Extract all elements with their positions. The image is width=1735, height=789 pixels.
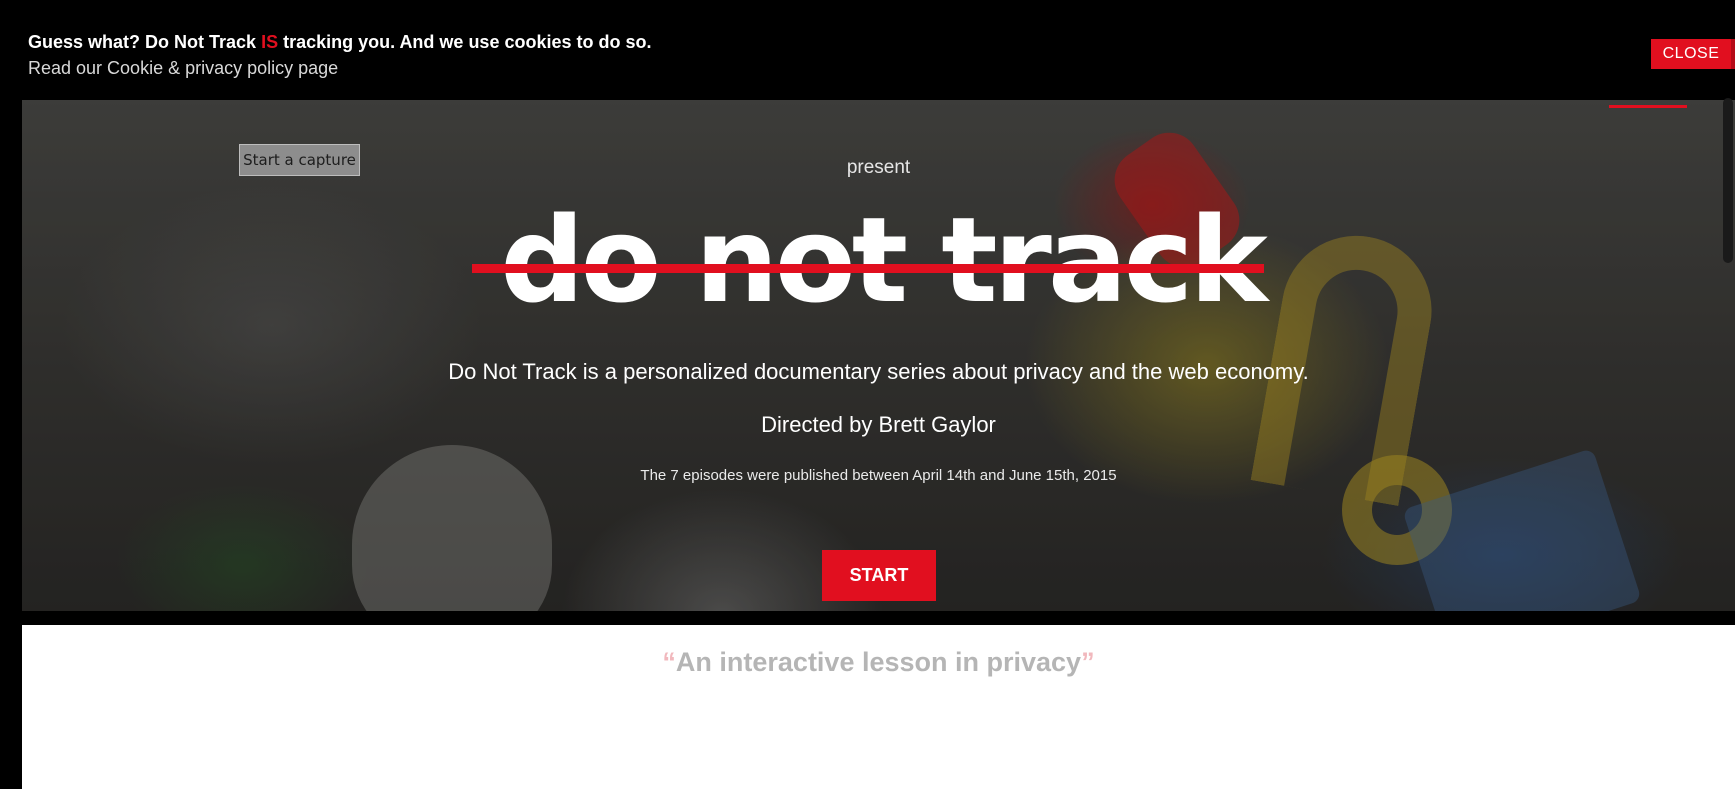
cookie-message-end: tracking you. And we use cookies to do s… bbox=[278, 32, 652, 52]
quote-open-mark: “ bbox=[662, 647, 676, 677]
cookie-message-accent: IS bbox=[261, 32, 279, 52]
privacy-policy-link[interactable]: Read our Cookie & privacy policy page bbox=[28, 58, 338, 79]
hero-section: LOGIN Start a capture present do not tra… bbox=[22, 95, 1735, 611]
quote-close-mark: ” bbox=[1081, 647, 1095, 677]
start-button[interactable]: START bbox=[822, 550, 936, 601]
quote-section: “An interactive lesson in privacy” bbox=[22, 625, 1735, 789]
quote-text: An interactive lesson in privacy bbox=[675, 647, 1082, 677]
do-not-track-logo: do not track bbox=[472, 195, 1292, 325]
cookie-banner: Guess what? Do Not Track IS tracking you… bbox=[8, 6, 1735, 100]
episodes-publication-note: The 7 episodes were published between Ap… bbox=[640, 467, 1117, 484]
logo-text: do not track bbox=[500, 191, 1268, 329]
cookie-message: Guess what? Do Not Track IS tracking you… bbox=[28, 32, 651, 53]
close-cookie-button[interactable]: CLOSE bbox=[1651, 39, 1735, 69]
hero-tagline: Do Not Track is a personalized documenta… bbox=[448, 359, 1309, 384]
director-credit: Directed by Brett Gaylor bbox=[761, 412, 996, 437]
present-label: present bbox=[846, 157, 911, 178]
logo-strikethrough bbox=[472, 264, 1264, 273]
scrollbar-thumb[interactable] bbox=[1723, 98, 1733, 263]
press-quote: “An interactive lesson in privacy” bbox=[22, 647, 1735, 678]
cookie-message-start: Guess what? Do Not Track bbox=[28, 32, 262, 52]
